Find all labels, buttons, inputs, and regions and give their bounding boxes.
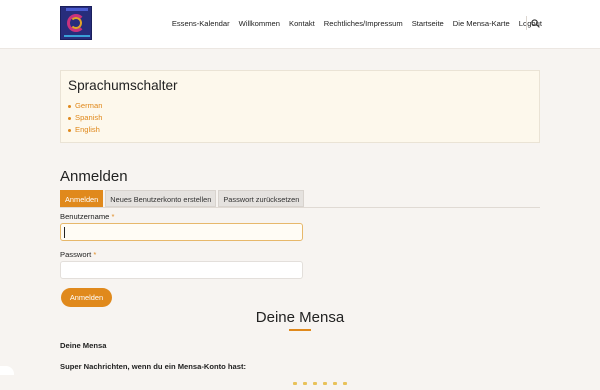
section-title: Deine Mensa xyxy=(255,309,345,326)
section-text: Super Nachrichten, wenn du ein Mensa-Kon… xyxy=(60,362,247,371)
search-icon[interactable] xyxy=(531,19,540,28)
main-menu: Essens-Kalendar Willkommen Kontakt Recht… xyxy=(163,19,542,28)
language-label[interactable]: English xyxy=(75,124,100,136)
language-switcher-title: Sprachumschalter xyxy=(68,78,178,93)
logo-bottom-stripe xyxy=(64,35,90,37)
nav-item-rechtliches[interactable]: Rechtliches/Impressum xyxy=(324,19,403,28)
tabs-divider xyxy=(60,207,540,208)
nav-item-essens-kalendar[interactable]: Essens-Kalendar xyxy=(172,19,230,28)
tab-register[interactable]: Neues Benutzerkonto erstellen xyxy=(105,190,217,207)
username-input[interactable] xyxy=(60,223,303,241)
nav-item-mensa-karte[interactable]: Die Mensa-Karte xyxy=(453,19,510,28)
language-label[interactable]: Spanish xyxy=(75,112,102,124)
tab-anmelden[interactable]: Anmelden xyxy=(60,190,104,207)
login-submit-button[interactable]: Anmelden xyxy=(61,288,112,307)
section-subtitle: Deine Mensa xyxy=(60,341,107,350)
login-title: Anmelden xyxy=(60,168,128,185)
logo-ring-inner xyxy=(70,17,82,29)
top-navigation-bar: Essens-Kalendar Willkommen Kontakt Recht… xyxy=(0,0,600,49)
logo-top-stripe xyxy=(66,8,88,11)
language-item-spanish[interactable]: Spanish xyxy=(68,112,102,124)
title-underline xyxy=(289,329,311,331)
text-caret xyxy=(64,227,65,238)
username-label: Benutzername * xyxy=(60,212,114,221)
nav-divider xyxy=(526,16,527,30)
nav-item-willkommen[interactable]: Willkommen xyxy=(239,19,280,28)
language-item-english[interactable]: English xyxy=(68,124,102,136)
tab-reset-password[interactable]: Passwort zurücksetzen xyxy=(218,190,305,207)
password-label: Passwort * xyxy=(60,250,96,259)
bullet-icon xyxy=(68,116,71,120)
bullet-icon xyxy=(68,104,71,108)
password-input[interactable] xyxy=(60,261,303,279)
nav-item-kontakt[interactable]: Kontakt xyxy=(289,19,315,28)
bullet-icon xyxy=(68,128,71,132)
password-label-text: Passwort xyxy=(60,250,92,259)
language-label[interactable]: German xyxy=(75,100,102,112)
language-list: German Spanish English xyxy=(68,100,102,136)
login-tabs: Anmelden Neues Benutzerkonto erstellen P… xyxy=(60,190,306,207)
required-mark: * xyxy=(111,212,115,221)
mensa-logo[interactable] xyxy=(60,6,92,40)
language-switcher-box: Sprachumschalter German Spanish English xyxy=(60,70,540,143)
corner-widget[interactable] xyxy=(0,366,14,375)
nav-item-startseite[interactable]: Startseite xyxy=(412,19,444,28)
username-label-text: Benutzername xyxy=(60,212,110,221)
language-item-german[interactable]: German xyxy=(68,100,102,112)
required-mark: * xyxy=(93,250,97,259)
